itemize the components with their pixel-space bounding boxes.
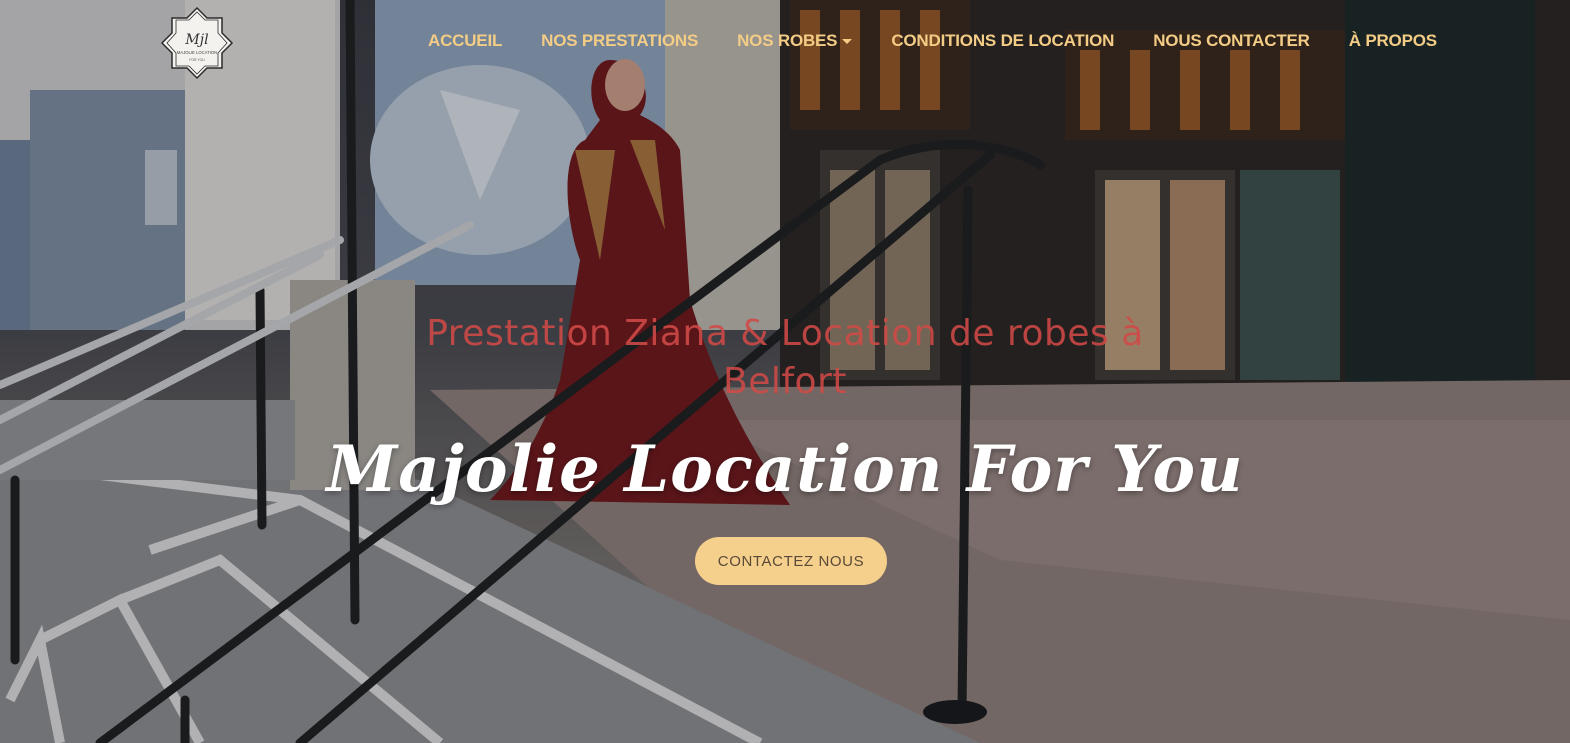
nav-item-label: CONDITIONS DE LOCATION: [891, 31, 1115, 50]
nav-item-label: ACCUEIL: [428, 31, 503, 50]
contact-us-button[interactable]: CONTACTEZ NOUS: [695, 537, 887, 585]
caret-down-icon: [842, 38, 853, 44]
nav-item-nous-contacter[interactable]: NOUS CONTACTER: [1153, 31, 1310, 51]
nav-item-a-propos[interactable]: À PROPOS: [1349, 31, 1437, 51]
nav-item-nos-robes[interactable]: NOS ROBES: [737, 31, 853, 51]
hero-title: Majolie Location For You: [326, 432, 1244, 507]
nav-item-accueil[interactable]: ACCUEIL: [428, 31, 502, 51]
nav-item-nos-prestations[interactable]: NOS PRESTATIONS: [541, 31, 698, 51]
logo-subtext: FOR YOU: [189, 58, 205, 62]
logo-text: MAJOLIE LOCATION: [177, 50, 217, 55]
hero-section: Mjl MAJOLIE LOCATION FOR YOU ACCUEIL NOS…: [0, 0, 1570, 743]
logo-monogram: Mjl: [184, 32, 208, 48]
brand-logo[interactable]: Mjl MAJOLIE LOCATION FOR YOU: [160, 6, 234, 80]
main-navbar: Mjl MAJOLIE LOCATION FOR YOU ACCUEIL NOS…: [0, 0, 1570, 86]
nav-item-label: NOS PRESTATIONS: [541, 31, 699, 50]
nav-item-label: NOS ROBES: [737, 31, 838, 50]
nav-item-label: NOUS CONTACTER: [1153, 31, 1310, 50]
nav-links: ACCUEIL NOS PRESTATIONS NOS ROBES CONDIT…: [428, 31, 1437, 51]
nav-item-conditions-de-location[interactable]: CONDITIONS DE LOCATION: [891, 31, 1114, 51]
hero-subtitle: Prestation Ziana & Location de robes à B…: [426, 313, 1144, 402]
nav-item-label: À PROPOS: [1348, 31, 1437, 50]
hero-text: Prestation Ziana & Location de robes à B…: [0, 310, 1570, 507]
